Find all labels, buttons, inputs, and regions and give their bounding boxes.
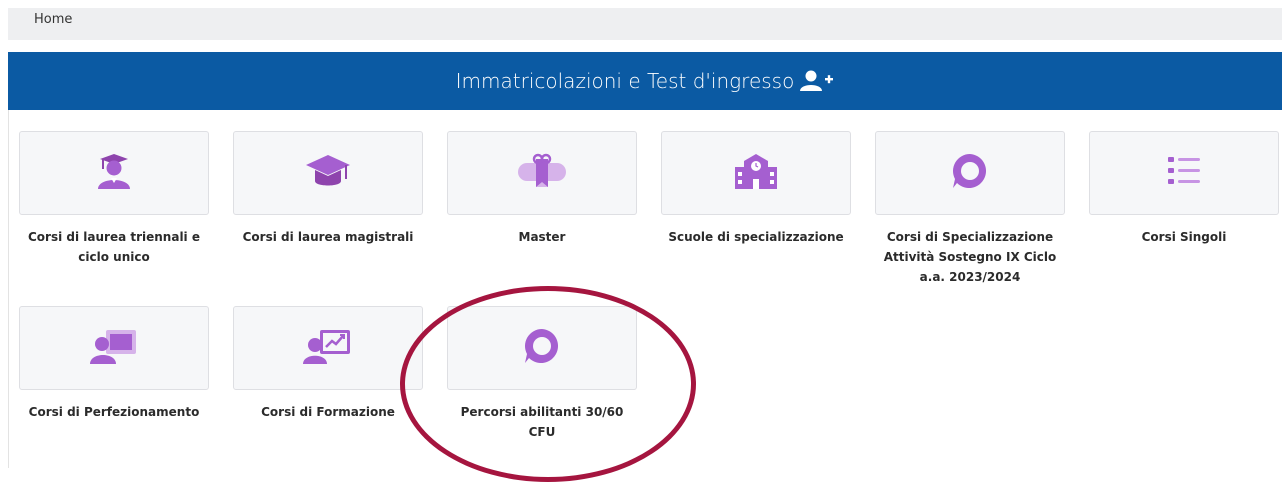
tile-card[interactable]: [661, 131, 851, 215]
speech-bubble-icon: [950, 151, 990, 195]
teacher-board-icon: [88, 326, 140, 370]
tile-card[interactable]: [1089, 131, 1279, 215]
tile-corsi-singoli[interactable]: Corsi Singoli: [1089, 131, 1279, 247]
mortarboard-icon: [304, 151, 352, 195]
content-border: [8, 110, 9, 468]
tile-specializzazione-sostegno[interactable]: Corsi di Specializzazione Attività Soste…: [875, 131, 1065, 287]
diploma-icon: [514, 151, 570, 195]
tile-label: Master: [518, 230, 566, 244]
tile-corsi-laurea-magistrali[interactable]: Corsi di laurea magistrali: [233, 131, 423, 247]
tile-card[interactable]: [19, 306, 209, 390]
list-icon: [1164, 153, 1204, 193]
add-user-icon: [800, 70, 834, 92]
graduate-icon: [94, 151, 134, 195]
tile-card[interactable]: [233, 306, 423, 390]
tile-corsi-perfezionamento[interactable]: Corsi di Perfezionamento: [19, 306, 209, 422]
breadcrumb: Home: [8, 8, 1282, 40]
school-icon: [732, 151, 780, 195]
section-header: Immatricolazioni e Test d'ingresso: [8, 52, 1282, 110]
tile-corsi-formazione[interactable]: Corsi di Formazione: [233, 306, 423, 422]
speech-bubble-icon: [522, 326, 562, 370]
tile-label: Corsi di laurea triennali e ciclo unico: [27, 230, 200, 264]
tile-card[interactable]: [875, 131, 1065, 215]
tile-card[interactable]: [447, 131, 637, 215]
tile-corsi-laurea-triennali[interactable]: Corsi di laurea triennali e ciclo unico: [19, 131, 209, 267]
presentation-chart-icon: [302, 326, 354, 370]
tile-label: Corsi di Formazione: [261, 405, 395, 419]
tile-master[interactable]: Master: [447, 131, 637, 247]
tile-label: Percorsi abilitanti 30/60 CFU: [460, 405, 624, 439]
tile-label: Corsi di Perfezionamento: [28, 405, 200, 419]
tile-card[interactable]: [233, 131, 423, 215]
tile-label: Corsi Singoli: [1141, 230, 1227, 244]
tile-label: Corsi di Specializzazione Attività Soste…: [883, 230, 1057, 284]
tile-card[interactable]: [19, 131, 209, 215]
breadcrumb-home-link[interactable]: Home: [34, 12, 72, 27]
tile-label: Scuole di specializzazione: [668, 230, 844, 244]
section-title: Immatricolazioni e Test d'ingresso: [455, 69, 795, 93]
tile-scuole-specializzazione[interactable]: Scuole di specializzazione: [661, 131, 851, 247]
tile-card[interactable]: [447, 306, 637, 390]
tile-label: Corsi di laurea magistrali: [242, 230, 414, 244]
tile-percorsi-abilitanti[interactable]: Percorsi abilitanti 30/60 CFU: [447, 306, 637, 442]
